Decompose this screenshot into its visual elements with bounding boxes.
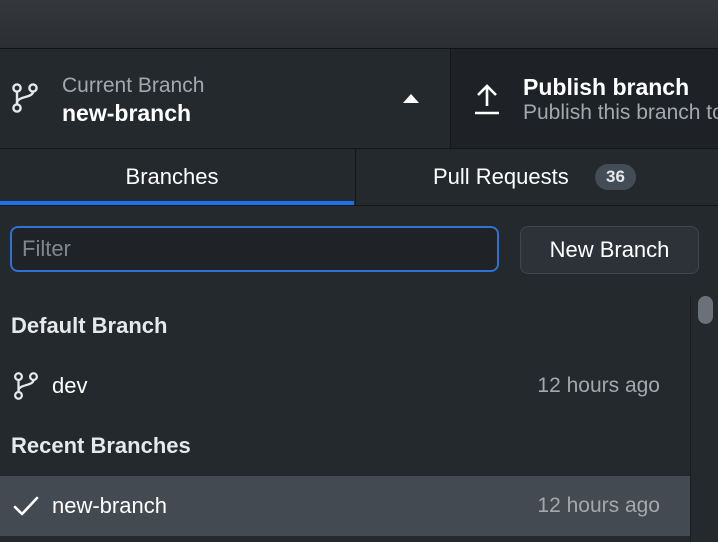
- branch-name: dev: [52, 373, 88, 398]
- scrollbar-thumb[interactable]: [698, 296, 713, 324]
- window-titlebar: [0, 0, 718, 49]
- upload-icon: [475, 84, 499, 115]
- tab-branches[interactable]: Branches: [0, 149, 354, 205]
- default-branch-header: Default Branch: [11, 313, 168, 338]
- branch-row-dev[interactable]: dev 12 hours ago: [0, 356, 690, 416]
- current-branch-dropdown[interactable]: Current Branch new-branch: [0, 49, 450, 148]
- git-branch-icon: [12, 83, 38, 113]
- branch-name: new-branch: [52, 493, 167, 518]
- caret-up-icon: [403, 94, 419, 103]
- branch-time: 12 hours ago: [537, 374, 660, 397]
- git-branch-icon: [14, 372, 38, 400]
- publish-branch-subtitle: Publish this branch to GitHub: [523, 101, 718, 124]
- check-icon: [13, 496, 39, 516]
- branch-list-scrollbar[interactable]: [690, 296, 718, 542]
- branch-tabs: Branches Pull Requests 36: [0, 149, 718, 206]
- current-branch-label: Current Branch: [62, 74, 205, 97]
- new-branch-button[interactable]: New Branch: [520, 226, 699, 274]
- toolbar: Current Branch new-branch Publish branch…: [0, 49, 718, 149]
- current-branch-name: new-branch: [62, 100, 192, 126]
- pull-requests-count-badge: 36: [595, 164, 636, 190]
- recent-branches-header: Recent Branches: [11, 433, 191, 458]
- branch-list: Default Branch dev 12 hours ago Recent B…: [0, 296, 690, 542]
- filter-row: New Branch: [0, 206, 718, 296]
- tab-pull-requests-label: Pull Requests: [433, 164, 569, 189]
- branch-time: 12 hours ago: [537, 494, 660, 517]
- tab-selected-indicator: [0, 201, 354, 205]
- tab-branches-label: Branches: [125, 164, 219, 189]
- publish-branch-title: Publish branch: [523, 74, 690, 100]
- branch-row-new-branch[interactable]: new-branch 12 hours ago: [0, 476, 690, 536]
- tab-pull-requests[interactable]: Pull Requests 36: [355, 149, 718, 205]
- filter-input[interactable]: [10, 226, 499, 272]
- publish-branch-button[interactable]: Publish branch Publish this branch to Gi…: [450, 49, 718, 148]
